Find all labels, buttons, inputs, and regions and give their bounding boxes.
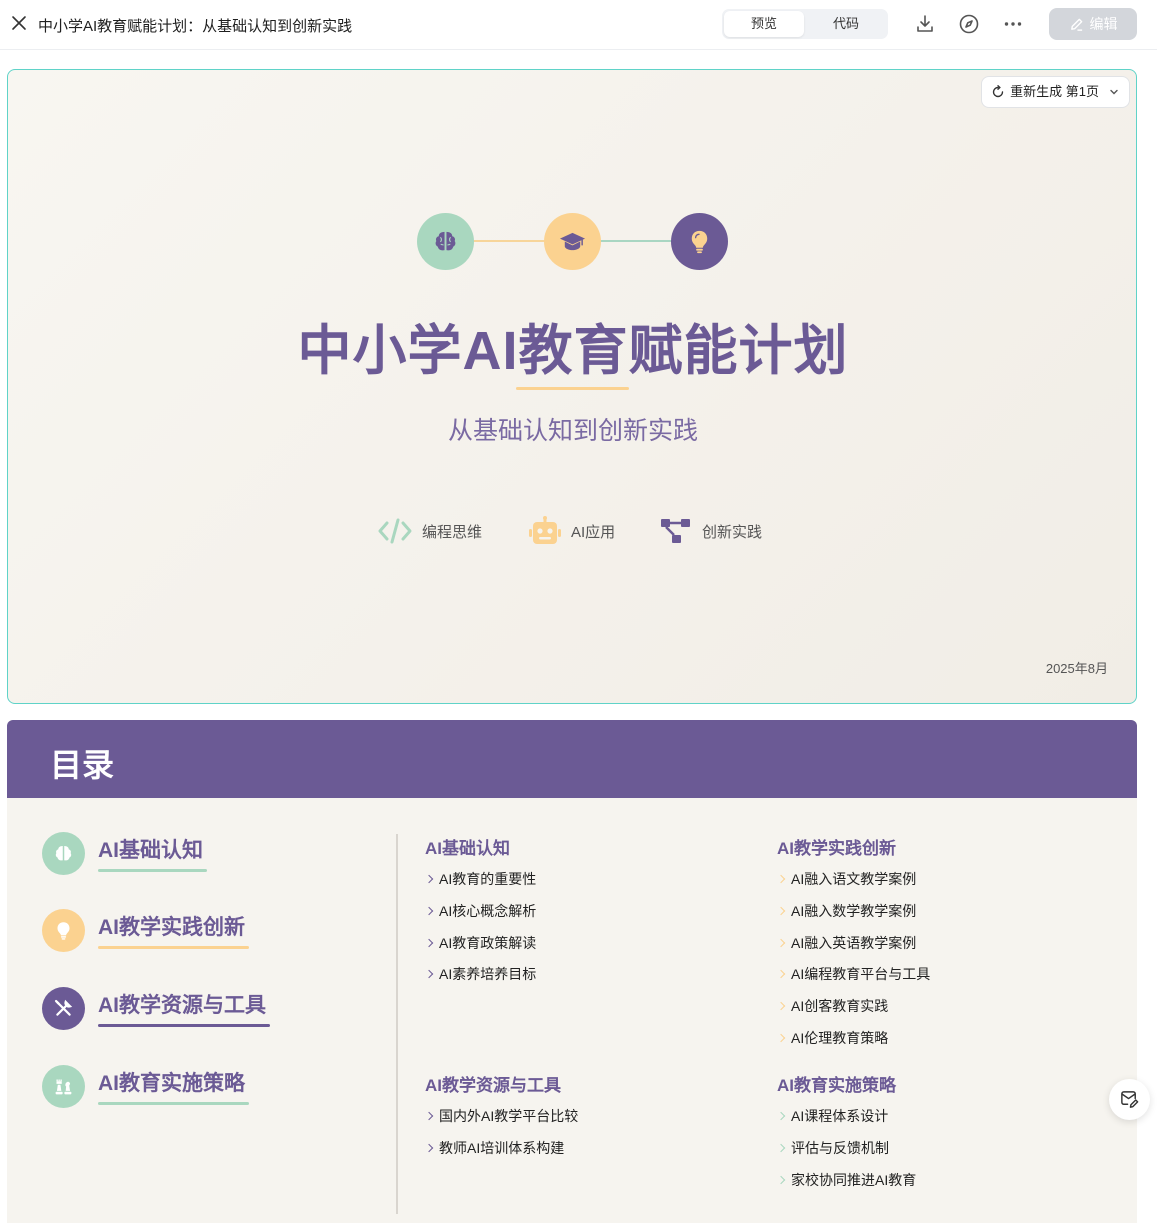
download-icon[interactable] xyxy=(914,13,936,35)
toc-label: AI教育实施策略 xyxy=(98,1072,245,1095)
view-mode-switch: 预览 代码 xyxy=(722,9,888,39)
chevron-down-icon xyxy=(1110,89,1118,95)
slide-date: 2025年8月 xyxy=(1045,661,1108,676)
section-title-ai-basics: AI基础认知 xyxy=(425,839,510,858)
section-list-ai-basics: AI教育的重要性 AI核心概念解析 AI教育政策解读 AI素养培养目标 xyxy=(425,870,536,997)
slide-title: 中小学AI教育赋能计划 xyxy=(297,321,849,381)
list-item: AI融入英语教学案例 xyxy=(777,934,930,966)
slide-2-contents[interactable]: 目录 AI基础认知 AI教学实践创新 AI教学资源与工具 AI教育实施策略 AI… xyxy=(7,720,1137,1223)
list-item: AI编程教育平台与工具 xyxy=(777,965,930,997)
network-icon xyxy=(661,519,690,543)
list-item: 国内外AI教学平台比较 xyxy=(425,1107,578,1139)
toc-underline xyxy=(98,1024,270,1027)
refresh-icon xyxy=(992,85,1004,98)
toc-label: AI教学资源与工具 xyxy=(98,994,266,1017)
title-underline xyxy=(516,387,629,390)
document-title: 中小学AI教育赋能计划：从基础认知到创新实践 xyxy=(38,18,353,35)
lightbulb-icon xyxy=(42,909,85,952)
edit-label: 编辑 xyxy=(1089,16,1118,32)
hero-icon-row xyxy=(417,212,729,270)
edit-button[interactable]: 编辑 xyxy=(1049,8,1137,40)
feedback-edit-icon xyxy=(1121,1091,1139,1108)
tab-code[interactable]: 代码 xyxy=(806,11,886,37)
tools-icon xyxy=(42,987,85,1030)
toc-header-bar: 目录 xyxy=(7,720,1137,798)
compass-icon[interactable] xyxy=(958,13,980,35)
list-item: AI融入数学教学案例 xyxy=(777,902,930,934)
toc-underline xyxy=(98,946,249,949)
list-item: 家校协同推进AI教育 xyxy=(777,1171,916,1203)
close-icon[interactable] xyxy=(10,14,28,32)
list-item: AI教育政策解读 xyxy=(425,934,536,966)
toc-label: AI教学实践创新 xyxy=(98,916,245,939)
regenerate-page-button[interactable]: 重新生成 第1页 xyxy=(981,76,1130,108)
toc-title: 目录 xyxy=(50,747,115,783)
list-item: AI课程体系设计 xyxy=(777,1107,916,1139)
lightbulb-icon xyxy=(671,213,728,270)
code-icon xyxy=(378,518,412,544)
list-item: AI创客教育实践 xyxy=(777,997,930,1029)
section-title-teaching-innovation: AI教学实践创新 xyxy=(777,839,896,858)
section-title-resources-tools: AI教学资源与工具 xyxy=(425,1076,561,1095)
graduation-cap-icon xyxy=(544,213,601,270)
slide-1-cover[interactable]: 重新生成 第1页 中小学AI教育赋能计划 从基础认知到创新实践 编程思维 AI应… xyxy=(7,69,1137,704)
connector-line xyxy=(473,240,545,242)
list-item: AI核心概念解析 xyxy=(425,902,536,934)
feature-label: 编程思维 xyxy=(422,524,483,541)
brain-icon xyxy=(417,213,474,270)
more-icon[interactable] xyxy=(1002,13,1024,35)
toc-label: AI基础认知 xyxy=(98,839,203,862)
brain-icon xyxy=(42,832,85,875)
feature-label: AI应用 xyxy=(571,524,616,541)
toc-underline xyxy=(98,869,207,872)
list-item: AI教育的重要性 xyxy=(425,870,536,902)
chess-icon xyxy=(42,1065,85,1108)
list-item: 教师AI培训体系构建 xyxy=(425,1139,578,1171)
section-title-implementation-strategy: AI教育实施策略 xyxy=(777,1076,896,1095)
section-list-resources-tools: 国内外AI教学平台比较 教师AI培训体系构建 xyxy=(425,1107,578,1171)
section-list-implementation-strategy: AI课程体系设计 评估与反馈机制 家校协同推进AI教育 xyxy=(777,1107,916,1202)
regenerate-label: 重新生成 第1页 xyxy=(1010,84,1099,99)
top-bar: 中小学AI教育赋能计划：从基础认知到创新实践 预览 代码 编辑 xyxy=(0,0,1157,50)
robot-icon xyxy=(529,516,561,544)
section-list-teaching-innovation: AI融入语文教学案例 AI融入数学教学案例 AI融入英语教学案例 AI编程教育平… xyxy=(777,870,930,1061)
list-item: 评估与反馈机制 xyxy=(777,1139,916,1171)
feature-label: 创新实践 xyxy=(702,524,763,541)
slide-subtitle: 从基础认知到创新实践 xyxy=(447,417,698,445)
connector-line xyxy=(600,240,672,242)
column-divider xyxy=(396,834,398,1214)
tab-preview[interactable]: 预览 xyxy=(724,11,804,37)
list-item: AI融入语文教学案例 xyxy=(777,870,930,902)
list-item: AI伦理教育策略 xyxy=(777,1029,930,1061)
toc-underline xyxy=(98,1102,249,1105)
list-item: AI素养培养目标 xyxy=(425,965,536,997)
pencil-icon xyxy=(1070,18,1082,31)
feedback-button[interactable] xyxy=(1109,1079,1150,1120)
